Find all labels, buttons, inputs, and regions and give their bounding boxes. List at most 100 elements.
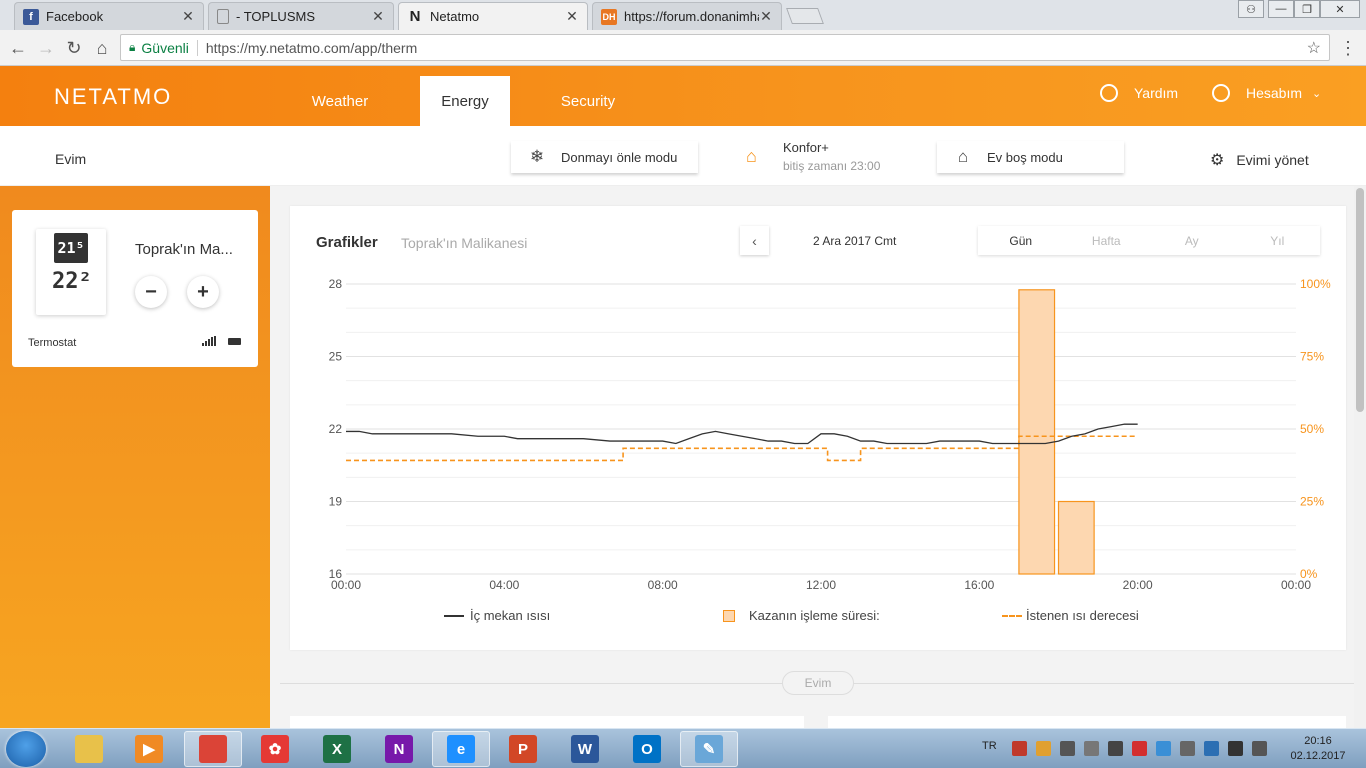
legend-indoor-label: İç mekan ısısı [470, 608, 551, 623]
tray-icon[interactable] [1084, 741, 1099, 756]
taskbar-app-internet-explorer[interactable]: e [432, 731, 490, 767]
close-icon[interactable]: ✕ [759, 8, 773, 25]
media-player-icon: ▶ [135, 735, 163, 763]
taskbar-app-excel[interactable]: X [308, 731, 366, 767]
taskbar-app-paint[interactable]: ✎ [680, 731, 738, 767]
legend-box-icon [723, 609, 735, 622]
close-icon[interactable]: ✕ [371, 8, 385, 25]
tab-toplusms[interactable]: - TOPLUSMS ✕ [208, 2, 394, 30]
snowflake-icon: ❄ [529, 147, 545, 166]
menu-icon[interactable]: ⋮ [1336, 36, 1360, 60]
clock-date: 02.12.2017 [1290, 750, 1346, 762]
legend-setpoint-label: İstenen ısı derecesi [1026, 608, 1139, 623]
home-icon: ⌂ [746, 146, 757, 166]
tray-icon[interactable] [1036, 741, 1051, 756]
netatmo-logo[interactable]: NETATMO [54, 84, 172, 110]
secure-label: Güvenli [141, 39, 189, 56]
decrease-temperature-button[interactable]: − [135, 276, 167, 308]
nav-security[interactable]: Security [545, 76, 631, 126]
word-icon: W [571, 735, 599, 763]
paint-icon: ✎ [695, 735, 723, 763]
facebook-icon: f [23, 8, 39, 25]
legend-boiler: Kazanın işleme süresi: [723, 608, 880, 623]
start-button[interactable] [6, 731, 46, 767]
y2-tick-label: 50% [1300, 422, 1324, 436]
thermostat-card[interactable]: 21⁵ 22² Toprak'ın Ma... − + Termostat [12, 210, 258, 367]
taskbar-app-word[interactable]: W [556, 731, 614, 767]
nav-energy[interactable]: Energy [420, 76, 510, 126]
tray-icon[interactable] [1204, 741, 1219, 756]
frost-mode-button[interactable]: ❄ Donmayı önle modu [511, 141, 698, 173]
battery-icon [228, 338, 241, 345]
taskbar-app-file-explorer[interactable] [60, 731, 118, 767]
forward-button[interactable]: → [34, 36, 58, 60]
y-tick-label: 19 [329, 495, 343, 509]
comfort-end-time: bitiş zamanı 23:00 [783, 159, 881, 173]
nav-weather[interactable]: Weather [290, 76, 390, 126]
manage-label: Evimi yönet [1236, 152, 1309, 168]
tray-icon[interactable] [1180, 741, 1195, 756]
x-tick-label: 20:00 [1123, 578, 1153, 592]
away-mode-button[interactable]: ⌂ Ev boş modu [937, 141, 1124, 173]
account-menu[interactable]: Hesabım ⌄ [1212, 84, 1321, 102]
increase-temperature-button[interactable]: + [187, 276, 219, 308]
tab-label: Netatmo [430, 9, 480, 24]
network-icon[interactable] [1228, 741, 1243, 756]
reload-button[interactable]: ↻ [62, 36, 86, 60]
help-link[interactable]: Yardım [1100, 84, 1178, 102]
excel-icon: X [323, 735, 351, 763]
divider [196, 39, 198, 56]
language-indicator[interactable]: TR [982, 740, 997, 752]
new-tab-button[interactable] [786, 8, 824, 24]
manage-home-link[interactable]: ⚙ Evimi yönet [1210, 150, 1309, 170]
x-tick-label: 08:00 [648, 578, 678, 592]
url-input[interactable]: 🔒︎ Güvenli https://my.netatmo.com/app/th… [120, 34, 1330, 61]
y2-tick-label: 25% [1300, 495, 1324, 509]
sidebar: 21⁵ 22² Toprak'ın Ma... − + Termostat [0, 186, 270, 728]
taskbar-app-chrome[interactable] [184, 731, 242, 767]
taskbar-app-powerpoint[interactable]: P [494, 731, 552, 767]
home-section-pill: Evim [782, 671, 854, 695]
system-clock[interactable]: 20:16 02.12.2017 [1283, 734, 1353, 764]
y-tick-label: 28 [329, 277, 343, 291]
taskbar-app-photo-app[interactable]: ✿ [246, 731, 304, 767]
temperature-chart: 2825221916100%75%50%25%0%00:00 04:00 08:00… [329, 277, 1331, 592]
close-window-button[interactable]: ✕ [1320, 0, 1360, 18]
back-button[interactable]: ← [6, 36, 30, 60]
home-button[interactable]: ⌂ [90, 36, 114, 60]
donanimhaber-icon: DH [601, 8, 617, 25]
profile-icon[interactable]: ⚇ [1238, 0, 1264, 18]
close-icon[interactable]: ✕ [181, 8, 195, 25]
tab-netatmo[interactable]: N Netatmo ✕ [398, 2, 588, 30]
legend-indoor: İç mekan ısısı [444, 608, 550, 623]
away-home-icon: ⌂ [957, 147, 969, 166]
bookmark-star-icon[interactable]: ☆ [1307, 38, 1321, 58]
cloud-icon[interactable] [1156, 741, 1171, 756]
tab-facebook[interactable]: f Facebook ✕ [14, 2, 204, 30]
setpoint-temperature: 22² [52, 269, 92, 294]
y2-tick-label: 100% [1300, 277, 1331, 291]
flag-icon[interactable] [1252, 741, 1267, 756]
account-label: Hesabım [1246, 85, 1303, 101]
close-icon[interactable]: ✕ [565, 8, 579, 25]
taskbar-app-onenote[interactable]: N [370, 731, 428, 767]
lock-icon: 🔒︎ [129, 40, 136, 54]
tab-donanimhaber[interactable]: DH https://forum.donanimha ✕ [592, 2, 782, 30]
page-scrollbar[interactable] [1354, 186, 1366, 728]
frost-mode-label: Donmayı önle modu [561, 149, 678, 165]
restore-button[interactable]: ❐ [1294, 0, 1320, 18]
volume-icon[interactable] [1060, 741, 1075, 756]
scrollbar-thumb[interactable] [1356, 188, 1364, 412]
taskbar-app-media-player[interactable]: ▶ [120, 731, 178, 767]
tray-icon[interactable] [1108, 741, 1123, 756]
comfort-title: Konfor+ [783, 140, 829, 155]
tray-icon[interactable] [1012, 741, 1027, 756]
ati-icon[interactable] [1132, 741, 1147, 756]
x-tick-label: 00:00 [1281, 578, 1311, 592]
thermostat-display: 21⁵ 22² [36, 229, 106, 315]
minimize-button[interactable]: — [1268, 0, 1294, 18]
lifebuoy-icon [1100, 84, 1118, 102]
device-label: Termostat [28, 337, 77, 349]
tab-label: Facebook [46, 9, 104, 24]
taskbar-app-outlook[interactable]: O [618, 731, 676, 767]
